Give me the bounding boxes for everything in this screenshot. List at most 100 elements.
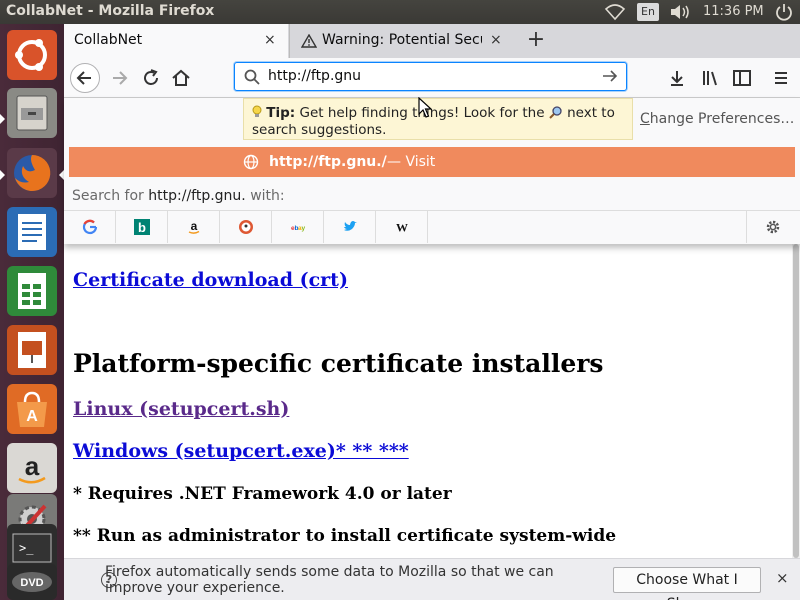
power-icon[interactable] — [775, 3, 793, 21]
search-icon — [244, 69, 260, 85]
globe-icon — [243, 154, 259, 170]
tab-title: CollabNet — [74, 32, 143, 48]
tab-collabnet[interactable]: CollabNet × — [64, 24, 288, 58]
change-pref-accesskey: C — [640, 111, 650, 127]
system-top-bar: CollabNet - Mozilla Firefox En 11:36 PM — [0, 0, 800, 24]
svg-text:a: a — [191, 219, 198, 233]
notification-message: Firefox automatically sends some data to… — [105, 564, 554, 596]
svg-text:b: b — [138, 220, 146, 235]
suggestion-url: http://ftp.gnu./ — [269, 154, 387, 170]
data-reporting-notification: ? Firefox automatically sends some data … — [64, 558, 800, 600]
search-for-prefix: Search for — [72, 188, 144, 204]
window-title: CollabNet - Mozilla Firefox — [6, 3, 215, 19]
back-button[interactable] — [70, 63, 100, 93]
reload-button[interactable] — [136, 63, 166, 93]
page-content: Certificate download (crt) Platform-spec… — [64, 244, 800, 558]
warning-icon — [301, 34, 317, 48]
ebay-search-button[interactable]: ebay — [272, 211, 324, 243]
url-suggestions-dropdown: Tip: Get help finding things! Look for t… — [64, 98, 800, 244]
running-indicator — [0, 170, 5, 180]
tip-text-3: search suggestions. — [252, 122, 387, 138]
menu-button[interactable] — [766, 63, 796, 93]
search-for-suffix: with: — [250, 188, 285, 204]
windows-installer-link[interactable]: Windows (setupcert.exe)* ** *** — [73, 440, 409, 462]
tab-warning[interactable]: Warning: Potential Secu × — [289, 24, 513, 58]
google-icon — [82, 219, 98, 235]
choose-what-i-share-button[interactable]: Choose What I Share — [613, 567, 761, 600]
back-arrow-icon — [76, 71, 91, 85]
hamburger-menu-icon — [775, 72, 787, 84]
twitter-icon — [344, 221, 357, 231]
url-input[interactable]: http://ftp.gnu — [268, 68, 361, 84]
firefox-icon[interactable] — [7, 148, 57, 198]
svg-text:A: A — [26, 408, 38, 425]
dvd-icon[interactable]: DVD — [7, 564, 57, 600]
wifi-icon[interactable] — [604, 3, 626, 21]
search-settings-button[interactable] — [746, 211, 800, 243]
wikipedia-search-button[interactable]: W — [376, 211, 428, 243]
search-for-label: Search for http://ftp.gnu. with: — [72, 188, 285, 204]
home-button[interactable] — [166, 63, 196, 93]
requirement-note-1: * Requires .NET Framework 4.0 or later — [73, 484, 452, 504]
ubuntu-dash-icon[interactable] — [7, 30, 57, 80]
wikipedia-icon: W — [396, 221, 408, 235]
ebay-icon: ebay — [291, 225, 306, 232]
close-tab-icon[interactable]: × — [490, 32, 502, 48]
tip-text-2: next to — [567, 105, 615, 121]
change-preferences-link[interactable]: Change Preferences… — [640, 111, 794, 127]
google-search-button[interactable] — [64, 211, 116, 243]
tab-strip: CollabNet × Warning: Potential Secu × + — [64, 24, 800, 58]
forward-button[interactable] — [104, 63, 134, 93]
url-bar[interactable]: http://ftp.gnu — [234, 62, 627, 91]
suggestion-action: — Visit — [387, 154, 436, 170]
running-indicator — [0, 114, 5, 124]
amazon-icon: a — [188, 219, 200, 234]
volume-icon[interactable] — [668, 3, 692, 21]
library-icon — [703, 71, 717, 86]
search-tip-box: Tip: Get help finding things! Look for t… — [243, 98, 633, 140]
close-tab-icon[interactable]: × — [264, 32, 276, 48]
bing-search-button[interactable]: b — [116, 211, 168, 243]
section-heading: Platform-specific certificate installers — [73, 349, 604, 378]
tip-label: Tip: — [266, 105, 296, 121]
writer-icon[interactable] — [7, 207, 57, 257]
duckduckgo-search-button[interactable] — [220, 211, 272, 243]
gear-icon — [766, 220, 780, 234]
svg-text:DVD: DVD — [20, 577, 43, 589]
library-button[interactable] — [696, 63, 726, 93]
amazon-search-button[interactable]: a — [168, 211, 220, 243]
files-icon[interactable] — [7, 88, 57, 138]
linux-installer-link[interactable]: Linux (setupcert.sh) — [73, 398, 289, 420]
download-icon — [671, 71, 683, 86]
close-notification-icon[interactable]: × — [776, 569, 789, 587]
go-arrow-icon[interactable] — [600, 65, 620, 87]
mouse-cursor-icon — [418, 97, 432, 118]
scrollbar-thumb[interactable] — [793, 244, 799, 558]
software-center-icon[interactable]: A — [7, 384, 57, 434]
svg-text:y: y — [302, 225, 306, 232]
lightbulb-icon — [252, 105, 262, 117]
magnifier-icon — [549, 106, 562, 119]
svg-text:W: W — [396, 221, 408, 235]
page-scrollbar[interactable] — [792, 244, 800, 558]
downloads-button[interactable] — [662, 63, 692, 93]
calc-icon[interactable] — [7, 266, 57, 316]
svg-text:a: a — [25, 451, 40, 481]
keyboard-language-indicator[interactable]: En — [637, 3, 659, 21]
change-pref-label: hange Preferences… — [649, 111, 795, 127]
sidebar-button[interactable] — [727, 63, 757, 93]
new-tab-button[interactable]: + — [522, 28, 550, 54]
requirement-note-2: ** Run as administrator to install certi… — [73, 526, 617, 546]
tab-title: Warning: Potential Secu — [322, 32, 482, 48]
home-icon — [172, 69, 190, 86]
sidebar-icon — [733, 70, 751, 86]
clock[interactable]: 11:36 PM — [703, 4, 764, 19]
unity-launcher: A a >_ DVD — [0, 24, 64, 600]
bing-icon: b — [134, 219, 150, 235]
firefox-window: CollabNet × Warning: Potential Secu × + … — [64, 24, 800, 600]
suggestion-row-visit[interactable]: http://ftp.gnu./ — Visit — [69, 147, 795, 177]
certificate-download-link[interactable]: Certificate download (crt) — [73, 269, 348, 291]
twitter-search-button[interactable] — [324, 211, 376, 243]
impress-icon[interactable] — [7, 325, 57, 375]
amazon-icon[interactable]: a — [7, 443, 57, 493]
